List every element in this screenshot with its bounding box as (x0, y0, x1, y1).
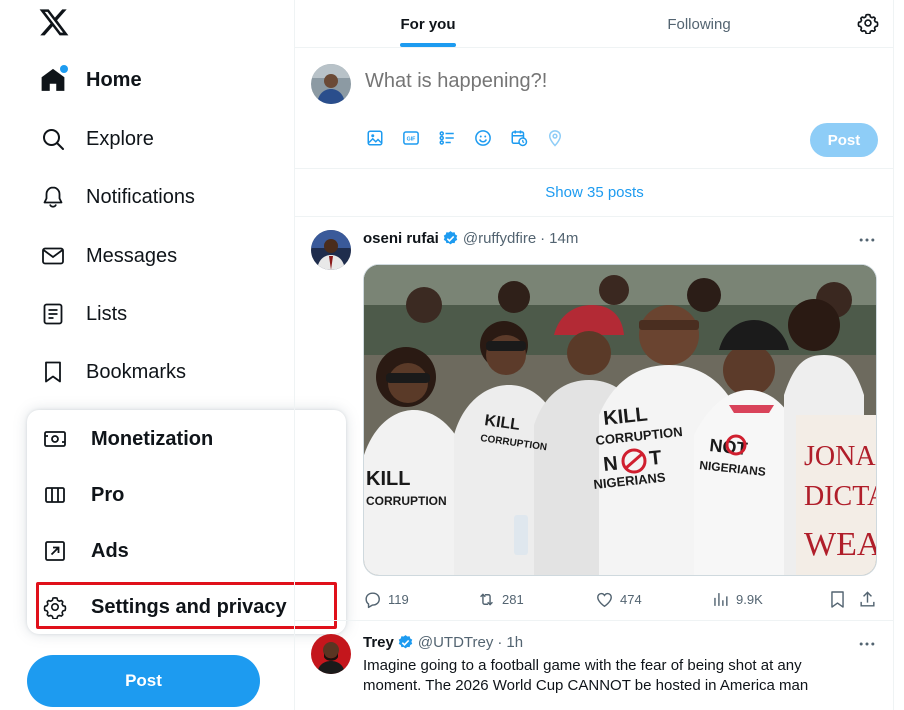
main-timeline: For you Following GIF (294, 0, 894, 710)
nav-notifications-label: Notifications (86, 185, 195, 208)
compose-post-button[interactable]: Post (810, 123, 878, 157)
tweet-author-avatar[interactable] (311, 634, 351, 674)
my-avatar[interactable] (311, 64, 351, 104)
more-options-icon[interactable] (857, 634, 877, 654)
share-icon[interactable] (858, 590, 877, 609)
reply-button[interactable]: 119 (363, 590, 409, 609)
tweet-author-handle[interactable]: @ruffydfire (463, 230, 536, 247)
views-icon (714, 593, 728, 606)
separator-dot: · (497, 634, 503, 651)
nav-messages-label: Messages (86, 244, 178, 267)
media-icon[interactable] (365, 128, 385, 148)
active-tab-indicator (400, 43, 456, 47)
repost-icon (480, 593, 493, 606)
poll-icon[interactable] (437, 128, 457, 148)
svg-text:GIF: GIF (407, 137, 417, 143)
tweet-text: Imagine going to a football game with th… (363, 657, 809, 694)
svg-text:DICTA: DICTA (804, 481, 877, 512)
show-new-posts-link[interactable]: Show 35 posts (295, 169, 894, 217)
tweet-card[interactable]: oseni rufai @ruffydfire · 14m JONA DICT … (295, 218, 894, 621)
red-highlight-box (36, 582, 337, 629)
nav-messages[interactable]: Messages (26, 230, 191, 282)
nav-lists-label: Lists (86, 302, 128, 325)
tweet-header: oseni rufai @ruffydfire · 14m (363, 230, 578, 247)
sidebar-post-button[interactable]: Post (27, 655, 260, 707)
tweet-header: Trey @UTDTrey · 1h (363, 634, 523, 651)
tweet-author-name[interactable]: Trey (363, 634, 394, 651)
tab-following[interactable]: Following (561, 0, 837, 48)
verified-badge-icon (398, 635, 413, 649)
home-icon (40, 65, 68, 93)
nav-lists[interactable]: Lists (26, 288, 141, 340)
reply-count: 119 (388, 592, 409, 607)
more-options-icon[interactable] (857, 230, 877, 250)
sign-text: JONA (804, 441, 876, 472)
tweet-actions: 119 281 474 9.9K (363, 590, 877, 610)
svg-text:CORRUPTION: CORRUPTION (366, 494, 447, 508)
compose-box: GIF Post (295, 48, 894, 169)
nav-explore[interactable]: Explore (26, 113, 168, 165)
tweet-photo[interactable]: JONA DICTA WEA KILL CORRUPTION N T NIGER… (363, 264, 877, 576)
nav-home[interactable]: Home (26, 54, 156, 106)
envelope-icon (40, 243, 66, 269)
search-icon (40, 126, 66, 152)
menu-item-label: Pro (91, 483, 125, 506)
separator-dot: · (540, 230, 546, 247)
repost-button[interactable]: 281 (477, 590, 524, 609)
verified-badge-icon (443, 231, 458, 245)
location-icon[interactable] (545, 128, 565, 148)
timeline-settings-gear-icon[interactable] (857, 12, 879, 34)
svg-text:KILL: KILL (366, 468, 410, 490)
gif-icon[interactable]: GIF (401, 128, 421, 148)
nav-notifications[interactable]: Notifications (26, 171, 209, 223)
svg-text:WEA: WEA (804, 526, 877, 563)
columns-icon (43, 483, 67, 507)
emoji-icon[interactable] (473, 128, 493, 148)
tweet-author-name[interactable]: oseni rufai (363, 230, 439, 247)
nav-bookmarks-label: Bookmarks (86, 360, 187, 383)
x-logo-icon[interactable] (38, 6, 70, 38)
list-icon (40, 301, 66, 327)
timeline-tabs: For you Following (295, 0, 894, 48)
tweet-time[interactable]: 1h (506, 634, 523, 651)
tab-following-label: Following (667, 15, 731, 33)
tweet-author-handle[interactable]: @UTDTrey (418, 634, 494, 651)
view-count: 9.9K (736, 592, 763, 607)
menu-item-label: Monetization (91, 427, 214, 450)
like-button[interactable]: 474 (595, 590, 642, 609)
unread-dot (60, 65, 68, 73)
svg-text:KILL: KILL (602, 403, 648, 430)
menu-item-label: Ads (91, 539, 129, 562)
tweet-time[interactable]: 14m (549, 230, 578, 247)
tweet-card[interactable]: Trey @UTDTrey · 1h Imagine going to a fo… (295, 622, 894, 710)
svg-text:T: T (648, 447, 662, 470)
views-button[interactable]: 9.9K (711, 590, 763, 609)
tweet-author-avatar[interactable] (311, 230, 351, 270)
compose-toolbar: GIF (365, 128, 581, 148)
schedule-icon[interactable] (509, 128, 529, 148)
ads-arrow-icon (43, 539, 67, 563)
bell-icon (40, 184, 66, 210)
nav-bookmarks[interactable]: Bookmarks (26, 346, 200, 398)
heart-icon (597, 592, 612, 608)
tab-for-you-label: For you (400, 15, 456, 33)
svg-text:N: N (602, 453, 619, 476)
compose-input[interactable] (365, 70, 765, 93)
nav-explore-label: Explore (86, 127, 154, 150)
nav-home-label: Home (86, 68, 142, 91)
like-count: 474 (620, 592, 642, 607)
money-icon (43, 427, 67, 451)
repost-count: 281 (502, 592, 524, 607)
bookmark-icon (40, 359, 66, 385)
tab-for-you[interactable]: For you (295, 0, 561, 48)
bookmark-icon[interactable] (828, 590, 847, 609)
reply-icon (365, 592, 380, 609)
